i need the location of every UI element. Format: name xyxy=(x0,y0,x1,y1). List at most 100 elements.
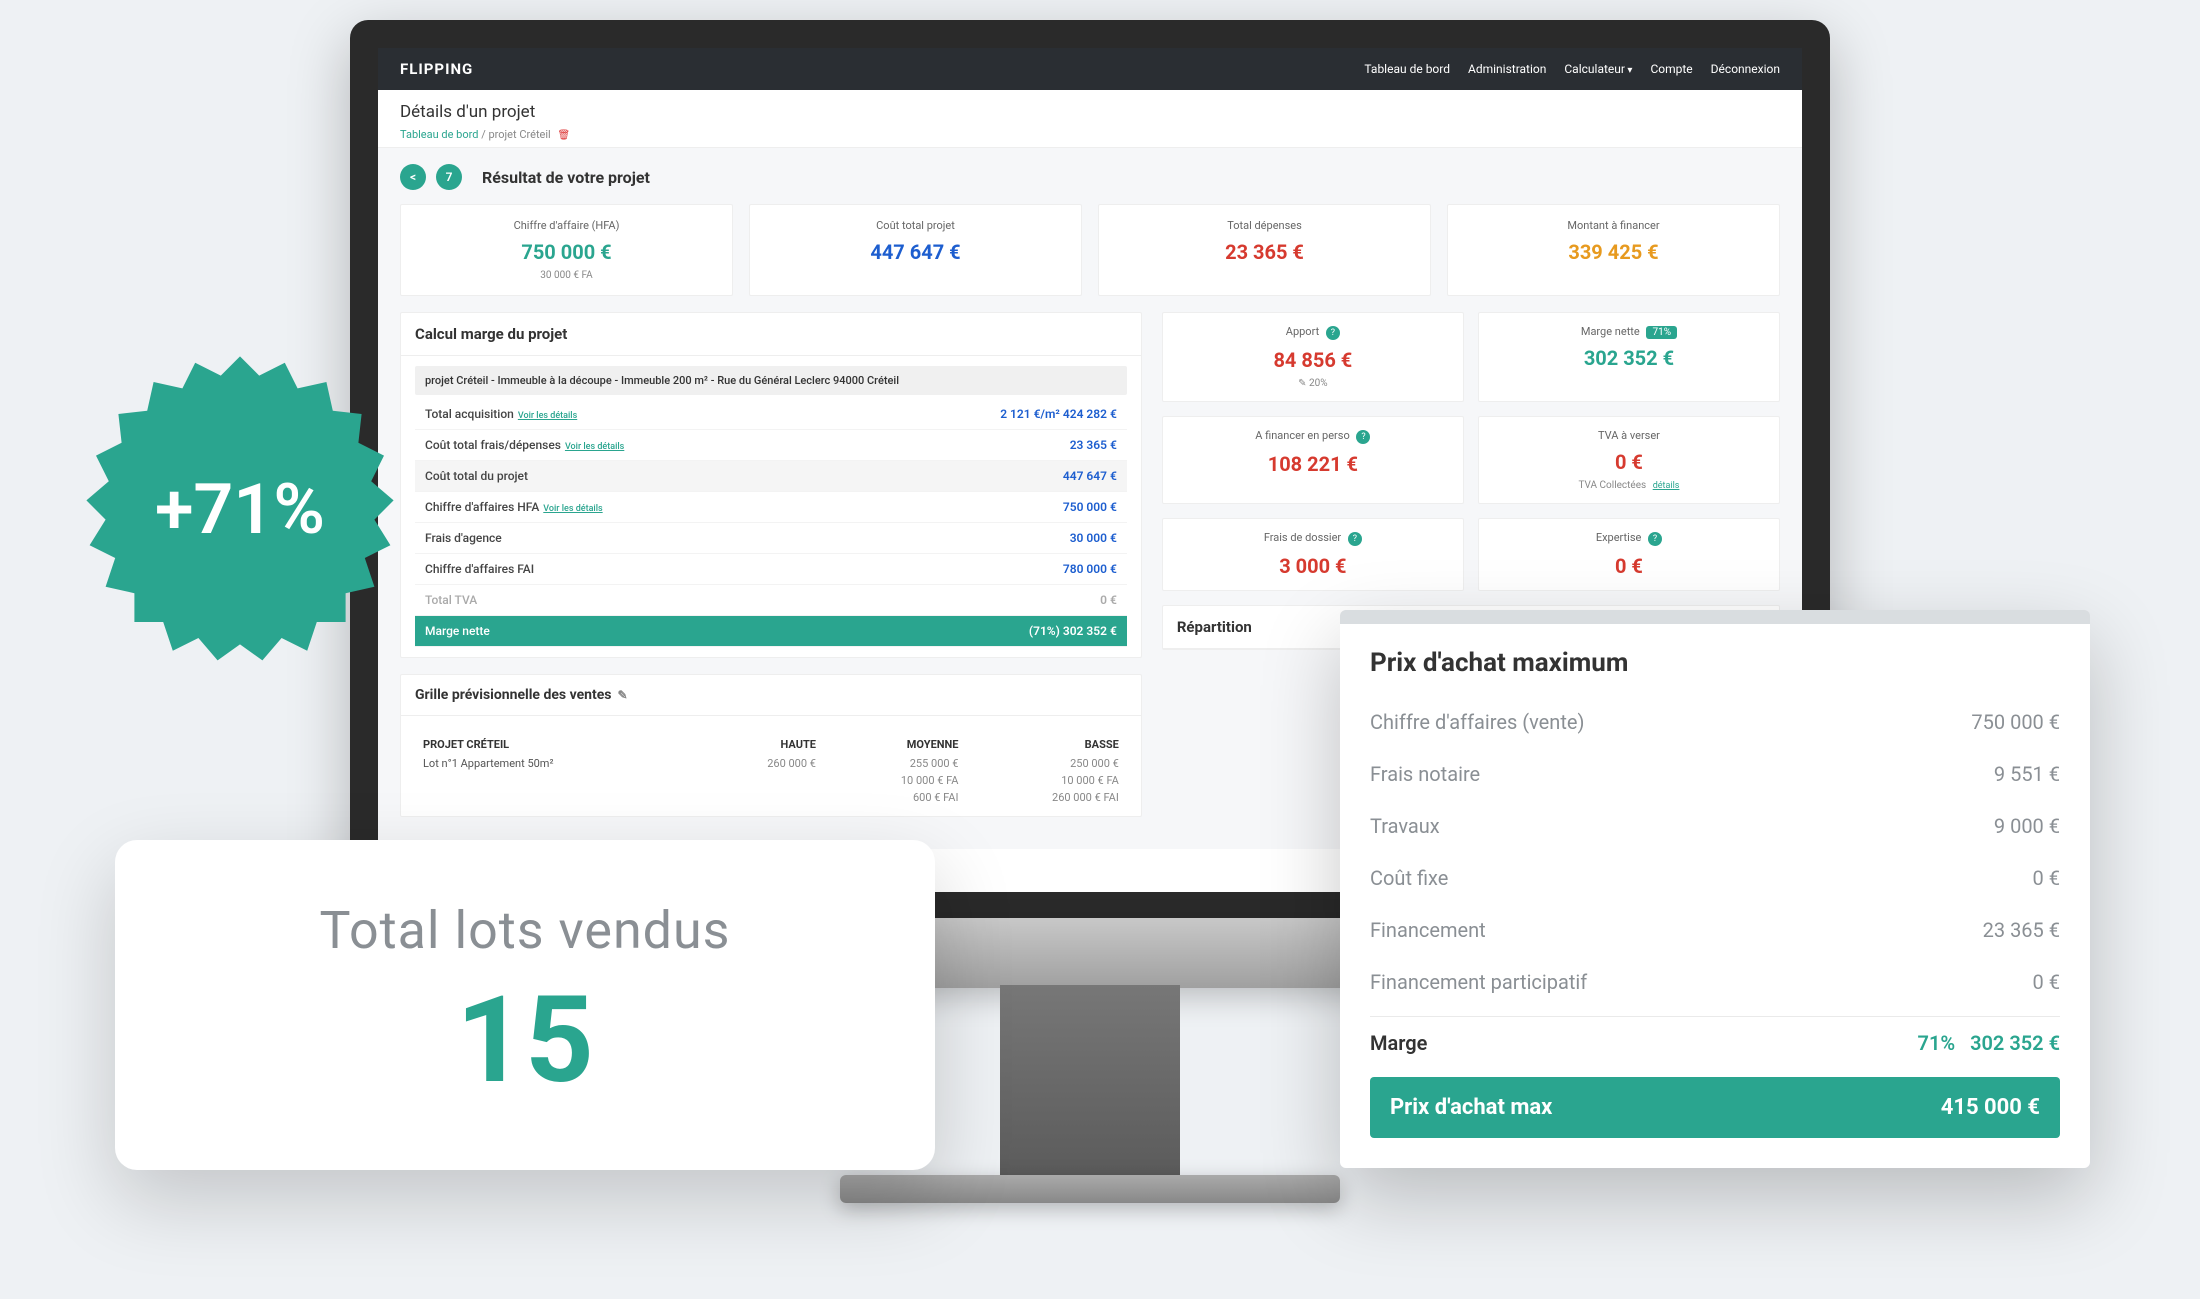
nav-calculateur[interactable]: Calculateur xyxy=(1564,62,1632,76)
calc-agence-label: Frais d'agence xyxy=(425,531,502,545)
help-icon[interactable]: ? xyxy=(1348,532,1362,546)
kpi-ca-label: Chiffre d'affaire (HFA) xyxy=(411,219,722,232)
project-line: projet Créteil - Immeuble à la découpe -… xyxy=(415,366,1127,395)
tva-value: 0 € xyxy=(1489,450,1769,474)
prix-travaux-label: Travaux xyxy=(1370,814,1440,838)
card-expertise: Expertise ? 0 € xyxy=(1478,518,1780,591)
fd-label: Frais de dossier ? xyxy=(1173,531,1453,546)
prix-body: Chiffre d'affaires (vente)750 000 € Frai… xyxy=(1340,688,2090,1168)
calc-panel-body: projet Créteil - Immeuble à la découpe -… xyxy=(401,356,1141,657)
row-apport-marge: Apport ? 84 856 € ✎ 20% Marge nette 71% xyxy=(1162,312,1780,402)
top-navbar: FLIPPING Tableau de bord Administration … xyxy=(378,48,1802,90)
calc-total-label: Coût total du projet xyxy=(425,469,528,483)
step-number[interactable]: 7 xyxy=(436,164,462,190)
exp-label-text: Expertise xyxy=(1596,531,1642,544)
lots-value: 15 xyxy=(456,971,594,1111)
grille-m1: 255 000 € xyxy=(824,755,967,772)
nav-links: Tableau de bord Administration Calculate… xyxy=(1364,62,1780,76)
brand-logo[interactable]: FLIPPING xyxy=(400,60,473,78)
tva-sub: TVA Collectées détails xyxy=(1489,480,1769,491)
kpi-cout: Coût total projet 447 647 € xyxy=(749,204,1082,296)
grille-b1: 250 000 € xyxy=(966,755,1126,772)
prix-marge-val: 302 352 € xyxy=(1970,1031,2060,1055)
help-icon[interactable]: ? xyxy=(1648,532,1662,546)
page-header: Détails d'un projet Tableau de bord / pr… xyxy=(378,90,1802,148)
apport-sub-text: 20% xyxy=(1309,378,1328,389)
fp-label-text: A financer en perso xyxy=(1255,429,1350,442)
marge-value: 302 352 € xyxy=(1489,346,1769,370)
prix-achat-card: Prix d'achat maximum Chiffre d'affaires … xyxy=(1340,610,2090,1168)
prix-row-finpart: Financement participatif0 € xyxy=(1370,956,2060,1008)
calc-hfa-link[interactable]: Voir les détails xyxy=(543,504,602,514)
breadcrumb-root[interactable]: Tableau de bord xyxy=(400,128,478,141)
nav-administration[interactable]: Administration xyxy=(1468,62,1546,76)
step-prev-button[interactable]: < xyxy=(400,164,426,190)
calc-marge-label: Marge nette xyxy=(425,624,490,638)
tva-details-link[interactable]: détails xyxy=(1653,481,1680,491)
step-title: Résultat de votre projet xyxy=(482,168,650,187)
kpi-ca-sub: 30 000 € FA xyxy=(411,270,722,281)
row-fd-exp: Frais de dossier ? 3 000 € Expertise ? 0… xyxy=(1162,518,1780,591)
apport-label-text: Apport xyxy=(1286,325,1319,338)
grille-h1: 260 000 € xyxy=(699,755,824,772)
prix-marge-pct: 71% xyxy=(1918,1031,1956,1055)
nav-logout[interactable]: Déconnexion xyxy=(1711,62,1780,76)
calc-hfa-value: 750 000 € xyxy=(1063,500,1117,514)
grille-m2: 10 000 € FA xyxy=(824,772,967,789)
marge-label-text: Marge nette xyxy=(1581,325,1640,338)
card-financer-perso: A financer en perso ? 108 221 € xyxy=(1162,416,1464,504)
page-title: Détails d'un projet xyxy=(400,102,1780,122)
left-column: Calcul marge du projet projet Créteil - … xyxy=(400,312,1142,833)
prix-achat-max-bar: Prix d'achat max 415 000 € xyxy=(1370,1077,2060,1138)
grille-col-proj: PROJET CRÉTEIL xyxy=(415,734,699,755)
exp-value: 0 € xyxy=(1489,554,1769,578)
calc-frais-value: 23 365 € xyxy=(1070,438,1117,452)
grille-b2: 10 000 € FA xyxy=(966,772,1126,789)
prix-coutfixe-value: 0 € xyxy=(2033,866,2060,890)
calc-fai-label: Chiffre d'affaires FAI xyxy=(425,562,534,576)
calc-row-marge: Marge nette (71%) 302 352 € xyxy=(415,616,1127,647)
calc-frais-label: Coût total frais/dépenses xyxy=(425,438,561,452)
nav-compte[interactable]: Compte xyxy=(1650,62,1692,76)
tva-sub-text: TVA Collectées xyxy=(1579,480,1647,491)
calc-row-agence: Frais d'agence 30 000 € xyxy=(415,523,1127,554)
calc-acq-link[interactable]: Voir les détails xyxy=(518,411,577,421)
prix-row-travaux: Travaux9 000 € xyxy=(1370,800,2060,852)
prix-row-coutfixe: Coût fixe 0 € xyxy=(1370,852,2060,904)
calc-acq-value: 2 121 €/m² 424 282 € xyxy=(1000,407,1117,421)
grille-panel: Grille prévisionnelle des ventes PROJET … xyxy=(400,674,1142,817)
help-icon[interactable]: ? xyxy=(1326,326,1340,340)
prix-coutfixe-label: Coût fixe xyxy=(1370,866,1448,890)
calc-total-value: 447 647 € xyxy=(1063,469,1117,483)
fp-value: 108 221 € xyxy=(1173,452,1453,476)
grille-row-1: Lot n°1 Appartement 50m² 260 000 € 255 0… xyxy=(415,755,1127,772)
grille-table: PROJET CRÉTEIL HAUTE MOYENNE BASSE Lot n… xyxy=(415,734,1127,806)
prix-bar-value: 415 000 € xyxy=(1941,1095,2040,1120)
prix-notaire-value: 9 551 € xyxy=(1994,762,2060,786)
calc-tva-value: 0 € xyxy=(1100,593,1117,607)
calc-panel: Calcul marge du projet projet Créteil - … xyxy=(400,312,1142,658)
calc-fai-value: 780 000 € xyxy=(1063,562,1117,576)
apport-sub[interactable]: ✎ 20% xyxy=(1173,378,1453,389)
card-apport: Apport ? 84 856 € ✎ 20% xyxy=(1162,312,1464,402)
prix-row-notaire: Frais notaire 9 551 € xyxy=(1370,748,2060,800)
prix-financement-value: 23 365 € xyxy=(1983,918,2060,942)
prix-title: Prix d'achat maximum xyxy=(1340,624,2090,688)
grille-m3: 600 € FAI xyxy=(824,789,967,806)
delete-icon[interactable]: 🗑 xyxy=(557,130,570,141)
nav-dashboard[interactable]: Tableau de bord xyxy=(1364,62,1450,76)
kpi-row: Chiffre d'affaire (HFA) 750 000 € 30 000… xyxy=(400,204,1780,296)
calc-tva-label: Total TVA xyxy=(425,593,477,607)
prix-notaire-label: Frais notaire xyxy=(1370,762,1480,786)
calc-row-frais: Coût total frais/dépenses Voir les détail… xyxy=(415,430,1127,461)
kpi-fin-value: 339 425 € xyxy=(1458,240,1769,264)
prix-bar-label: Prix d'achat max xyxy=(1390,1095,1552,1120)
kpi-cout-label: Coût total projet xyxy=(760,219,1071,232)
edit-icon[interactable] xyxy=(617,687,627,703)
tva-label: TVA à verser xyxy=(1489,429,1769,442)
prix-row-marge: Marge 71% 302 352 € xyxy=(1370,1016,2060,1069)
kpi-dep-value: 23 365 € xyxy=(1109,240,1420,264)
kpi-cout-value: 447 647 € xyxy=(760,240,1071,264)
calc-frais-link[interactable]: Voir les détails xyxy=(565,442,624,452)
help-icon[interactable]: ? xyxy=(1356,430,1370,444)
